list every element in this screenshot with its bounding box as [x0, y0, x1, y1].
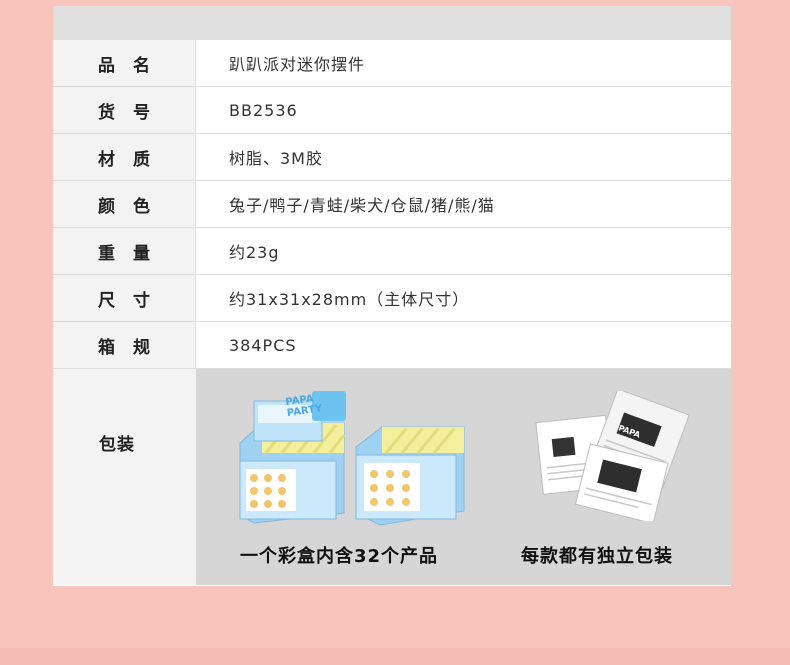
spec-value: 约31x31x28mm（主体尺寸） [229, 290, 470, 309]
spec-label: 尺 寸 [53, 275, 196, 321]
color-box-image [239, 391, 465, 526]
spec-row-color: 颜 色 兔子/鸭子/青蛙/柴犬/仓鼠/猪/熊/猫 [53, 181, 731, 228]
spec-value: 兔子/鸭子/青蛙/柴犬/仓鼠/猪/熊/猫 [229, 196, 495, 215]
spec-value: 约23g [229, 243, 280, 262]
card-header [53, 6, 731, 40]
spec-row-size: 尺 寸 约31x31x28mm（主体尺寸） [53, 275, 731, 322]
spec-label: 品 名 [53, 40, 196, 86]
spec-label: 材 质 [53, 134, 196, 180]
bottom-strip [0, 648, 790, 665]
spec-label: 货 号 [53, 87, 196, 133]
spec-row-carton: 箱 规 384PCS [53, 322, 731, 369]
spec-card: 品 名 趴趴派对迷你摆件 货 号 BB2536 材 质 树脂、3M胶 颜 色 兔… [53, 6, 731, 586]
spec-value: BB2536 [229, 100, 298, 120]
spec-value: 趴趴派对迷你摆件 [229, 55, 366, 74]
spec-row-item-number: 货 号 BB2536 [53, 87, 731, 134]
spec-value: 树脂、3M胶 [229, 149, 323, 168]
spec-value: 384PCS [229, 335, 297, 355]
spec-row-packaging: 包装 PAPA PARTY PAPA 一个彩盒内含32个产品 每款都有独立包装 [53, 369, 731, 585]
packaging-panel: PAPA PARTY PAPA 一个彩盒内含32个产品 每款都有独立包装 [196, 369, 731, 585]
packaging-label: 包装 [53, 369, 196, 585]
spec-label: 重 量 [53, 228, 196, 274]
spec-row-material: 材 质 树脂、3M胶 [53, 134, 731, 181]
pouch-caption: 每款都有独立包装 [521, 546, 673, 567]
box-caption: 一个彩盒内含32个产品 [240, 546, 439, 567]
spec-label: 颜 色 [53, 181, 196, 227]
spec-row-weight: 重 量 约23g [53, 228, 731, 275]
spec-label: 箱 规 [53, 322, 196, 368]
pouch-image [535, 391, 690, 521]
spec-row-name: 品 名 趴趴派对迷你摆件 [53, 40, 731, 87]
